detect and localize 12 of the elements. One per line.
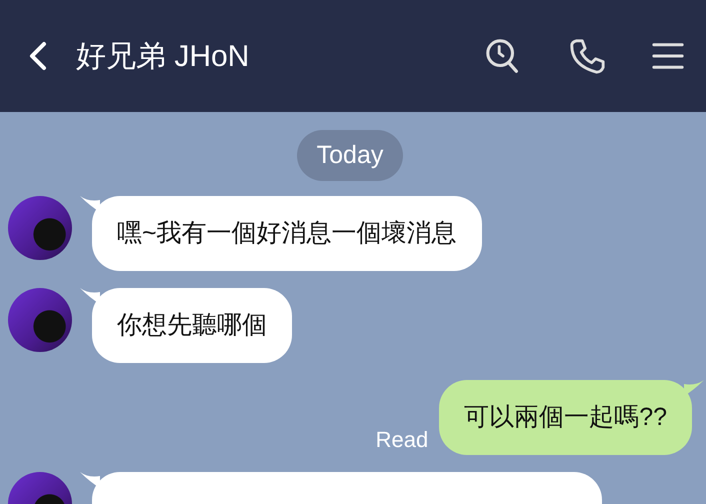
chat-title: 好兄弟 JHoN	[76, 38, 250, 74]
menu-icon[interactable]	[652, 40, 684, 72]
bubble-tail	[80, 472, 100, 488]
bubble-tail	[80, 288, 100, 304]
message-bubble: 嘿~我有一個好消息一個壞消息	[92, 196, 482, 271]
bubble-tail	[684, 380, 704, 396]
read-receipt: Read	[376, 427, 428, 453]
message-bubble: 你想先聽哪個	[92, 288, 292, 363]
bubble-tail	[80, 196, 100, 212]
phone-icon[interactable]	[568, 37, 606, 75]
date-label: Today	[296, 130, 404, 181]
message-bubble: 可以兩個一起嗎??	[439, 380, 692, 455]
